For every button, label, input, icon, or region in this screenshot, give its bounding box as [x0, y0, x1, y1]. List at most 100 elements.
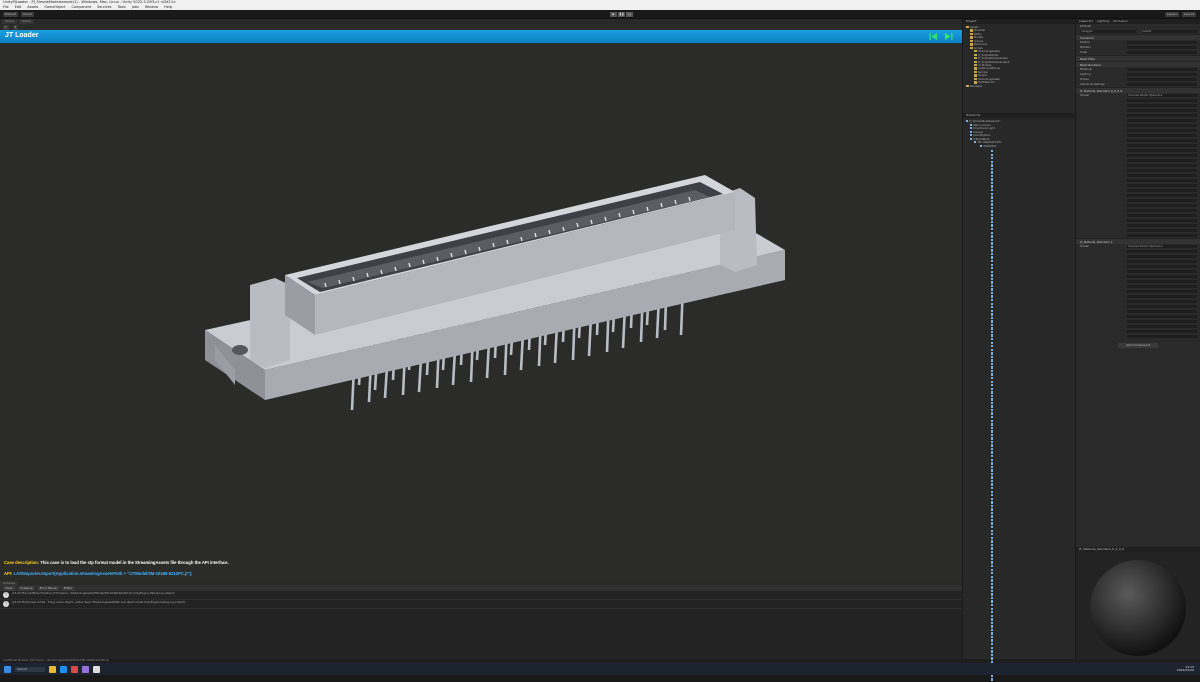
- log-text: [13:22:45] Process model : Tiling 'scene…: [12, 601, 186, 604]
- case-label: Case description:: [4, 560, 40, 565]
- account-button[interactable]: Default: [3, 11, 18, 17]
- next-arrow-icon[interactable]: [944, 32, 953, 41]
- game-viewport[interactable]: JT Loader Case description: This case is…: [0, 30, 962, 580]
- gameobject-icon: [991, 579, 994, 582]
- step-icon[interactable]: ▷|: [626, 12, 633, 17]
- gameobject-icon: [991, 196, 994, 199]
- display-dropdown[interactable]: ▾: [3, 24, 9, 30]
- tab-occlusion[interactable]: Occlusion: [1113, 19, 1128, 24]
- gameobject-icon: [991, 171, 994, 174]
- pause-icon[interactable]: ❚❚: [618, 12, 625, 17]
- gameobject-icon: [991, 263, 994, 266]
- shader-dropdown-2[interactable]: Universal Render Pipeline/Lit: [1127, 244, 1197, 249]
- cloud-button[interactable]: Cloud: [20, 11, 34, 17]
- project-panel: Project Assets JTLoader Editor Models Scenes…: [963, 19, 1075, 113]
- tab-lighting[interactable]: Lighting: [1097, 19, 1109, 24]
- folder-icon: [974, 81, 977, 84]
- gameobject-icon: [991, 614, 994, 618]
- hierarchy-child-item[interactable]: [991, 678, 1072, 682]
- start-icon[interactable]: [4, 665, 11, 673]
- console-clear-button[interactable]: Clear: [3, 585, 15, 591]
- gameobject-icon: [991, 228, 994, 231]
- gameobject-icon: [991, 455, 994, 458]
- gameobject-icon: [991, 618, 994, 621]
- tag-dropdown[interactable]: Untagged: [1080, 29, 1136, 34]
- gameobject-icon: [991, 525, 994, 529]
- gameobject-icon: [991, 596, 994, 600]
- gameobject-icon: [991, 483, 994, 486]
- layers-button[interactable]: Layers: [1164, 12, 1179, 17]
- gameobject-icon: [991, 369, 994, 373]
- banner-title: JT Loader: [5, 32, 39, 39]
- gameobject-icon: [991, 632, 994, 635]
- gameobject-icon: [991, 678, 994, 681]
- gameobject-icon: [991, 355, 994, 359]
- folder-icon: [974, 70, 977, 74]
- gameobject-icon: [991, 220, 994, 224]
- gameobject-icon: [991, 611, 994, 614]
- gameobject-icon: [991, 302, 994, 305]
- log-entry[interactable]: ! [13:22:45] Process model : Tiling 'sce…: [0, 600, 962, 609]
- gameobject-icon: [991, 341, 994, 344]
- console-error-pause-button[interactable]: Error Pause: [37, 585, 59, 591]
- tab-inspector[interactable]: Inspector: [1079, 19, 1093, 24]
- folder-icon: [970, 32, 973, 36]
- previous-arrow-icon[interactable]: [929, 32, 938, 41]
- folder-icon: [974, 60, 977, 63]
- api-label: API:: [4, 571, 13, 576]
- gameobject-icon: [991, 600, 994, 603]
- gameobject-icon: [991, 224, 994, 227]
- vs-icon[interactable]: [82, 665, 89, 673]
- gameobject-icon: [991, 451, 994, 454]
- shader-dropdown[interactable]: Universal Render Pipeline/Lit: [1127, 93, 1197, 98]
- gameobject-icon: [991, 582, 994, 586]
- case-text: This case is to load the stp format mode…: [40, 560, 229, 565]
- gameobject-icon: [991, 497, 994, 500]
- folder-icon: [974, 77, 977, 81]
- log-entry[interactable]: ! [13:22:45] LoadModel finished. JT(F:\U…: [0, 591, 962, 600]
- project-item[interactable]: Packages: [966, 84, 1072, 88]
- app-icon[interactable]: [71, 665, 78, 673]
- gameobject-icon: [991, 217, 994, 220]
- gameobject-icon: [991, 635, 994, 639]
- hierarchy-item[interactable]: 00000001: [966, 144, 1072, 149]
- material-2-properties: [1076, 249, 1200, 339]
- api-text: LAStImporter.Import(Application.streamin…: [13, 571, 193, 576]
- console-collapse-button[interactable]: Collapse: [17, 585, 35, 591]
- layout-button[interactable]: Layout: [1181, 12, 1196, 17]
- gameobject-icon: [991, 323, 994, 327]
- edge-icon[interactable]: [60, 665, 67, 673]
- clock-date: 2024/03/26: [1176, 668, 1194, 672]
- gameobject-icon: [991, 362, 994, 366]
- unity-icon[interactable]: [93, 665, 100, 673]
- console-log-list: ! [13:22:45] LoadModel finished. JT(F:\U…: [0, 591, 962, 659]
- gameobject-icon: [991, 330, 994, 334]
- play-controls: ▶ ❚❚ ▷|: [610, 12, 633, 17]
- console-editor-dropdown[interactable]: Editor: [61, 585, 75, 591]
- gameobject-icon: [991, 564, 994, 568]
- gameobject-icon: [991, 256, 994, 259]
- gameobject-icon: [991, 267, 994, 270]
- gameobject-icon: [991, 586, 994, 589]
- gameobject-icon: [991, 494, 994, 497]
- gameobject-icon: [991, 572, 994, 575]
- info-icon: !: [3, 592, 9, 598]
- gameobject-icon: [991, 412, 994, 415]
- log-text: [13:22:45] LoadModel finished. JT(F:\Use…: [12, 592, 175, 595]
- material-sphere-preview[interactable]: [1076, 552, 1200, 658]
- gameobject-icon: [991, 511, 994, 515]
- hierarchy-panel: Hierarchy JT_SimpleModelsample* Main Came…: [963, 113, 1075, 681]
- taskbar-search[interactable]: Search: [15, 666, 45, 672]
- folder-icon[interactable]: [49, 665, 56, 673]
- play-icon[interactable]: ▶: [610, 12, 617, 17]
- case-description: Case description: This case is to load t…: [4, 560, 229, 565]
- gameobject-icon: [991, 437, 994, 440]
- layer-dropdown[interactable]: Default: [1141, 29, 1197, 34]
- object-name-label[interactable]: JTPlaneP: [1080, 25, 1124, 28]
- gameobject-icon: [991, 284, 994, 288]
- gameobject-icon: [991, 490, 994, 493]
- gameobject-icon: [991, 337, 994, 341]
- aspect-dropdown[interactable]: ▾: [12, 24, 19, 30]
- gameobject-icon: [991, 657, 994, 660]
- add-component-button[interactable]: Add Component: [1118, 343, 1158, 348]
